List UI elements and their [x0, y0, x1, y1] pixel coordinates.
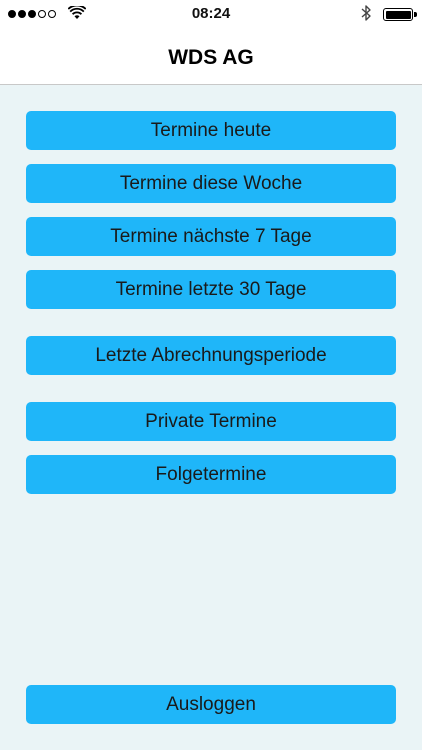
- bluetooth-icon: [361, 5, 371, 21]
- next-7-days-appointments-button[interactable]: Termine nächste 7 Tage: [26, 217, 396, 256]
- status-bar: 08:24: [0, 0, 422, 28]
- this-week-appointments-button[interactable]: Termine diese Woche: [26, 164, 396, 203]
- logout-button[interactable]: Ausloggen: [26, 685, 396, 724]
- last-30-days-appointments-button[interactable]: Termine letzte 30 Tage: [26, 270, 396, 309]
- private-appointments-button[interactable]: Private Termine: [26, 402, 396, 441]
- navigation-bar: WDS AG: [0, 28, 422, 85]
- last-billing-period-button[interactable]: Letzte Abrechnungsperiode: [26, 336, 396, 375]
- page-title: WDS AG: [168, 46, 254, 69]
- status-time: 08:24: [191, 5, 231, 22]
- follow-up-appointments-button[interactable]: Folgetermine: [26, 455, 396, 494]
- today-appointments-button[interactable]: Termine heute: [26, 111, 396, 150]
- battery-icon: [383, 8, 417, 21]
